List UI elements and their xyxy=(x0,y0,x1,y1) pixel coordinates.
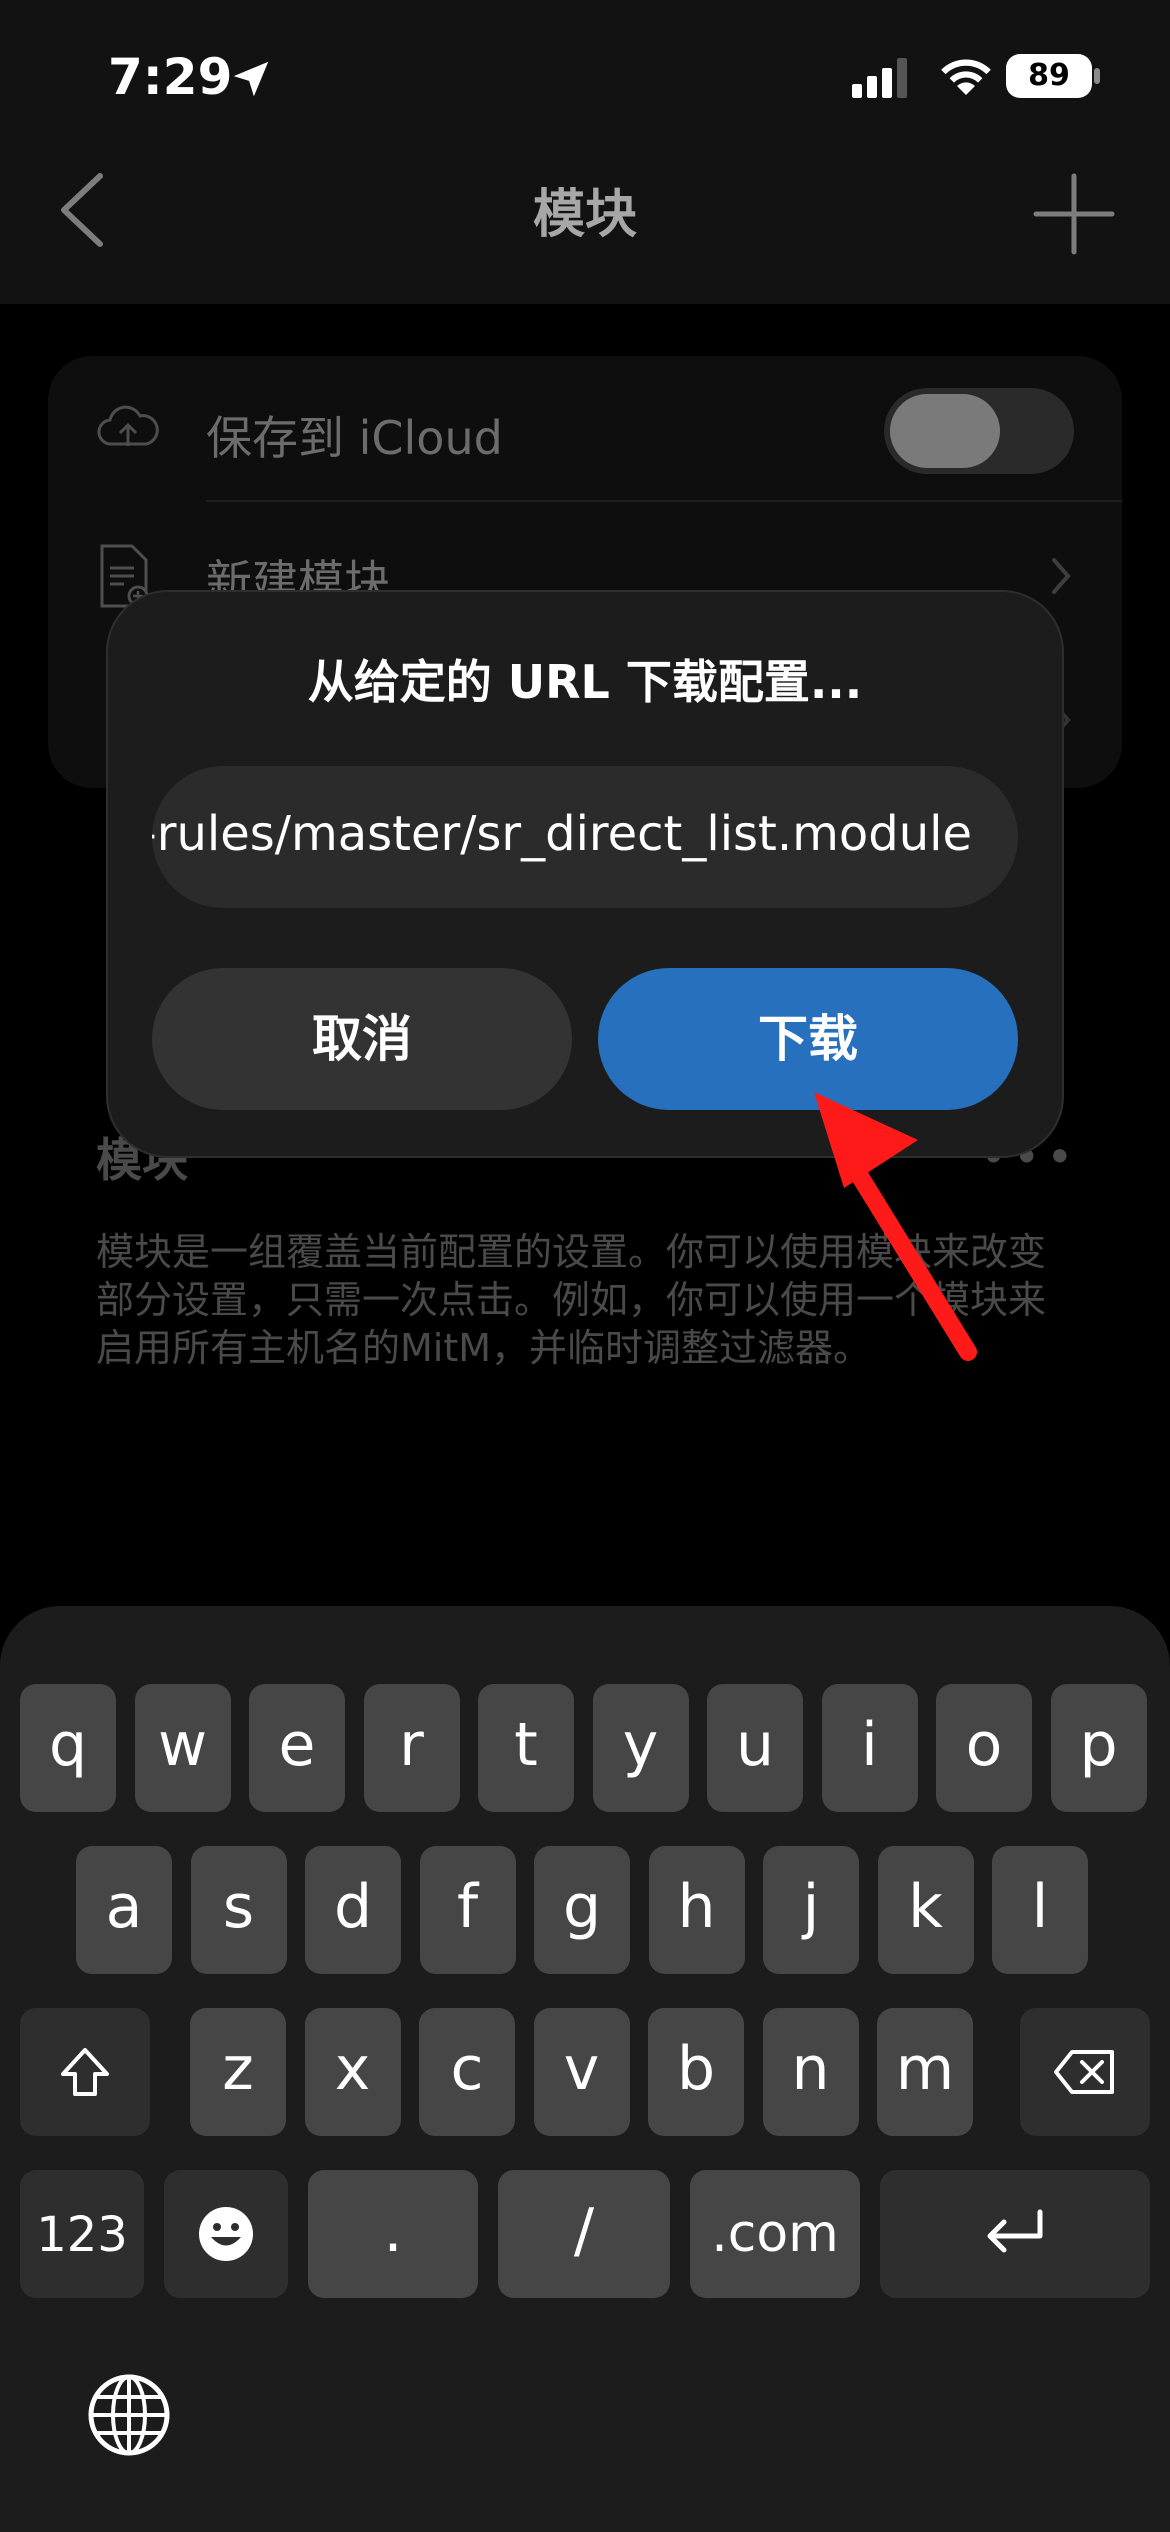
key-m-label: m xyxy=(895,2034,955,2104)
key-a-label: a xyxy=(105,1872,143,1942)
shift-icon xyxy=(61,2048,109,2096)
numbers-key-label: 123 xyxy=(36,2207,128,2263)
key-i[interactable]: i xyxy=(821,1684,918,1812)
key-f[interactable]: f xyxy=(419,1846,516,1974)
key-o-label: o xyxy=(965,1710,1003,1780)
key-r-label: r xyxy=(399,1710,424,1780)
add-button[interactable] xyxy=(1030,170,1118,258)
key-x[interactable]: x xyxy=(304,2008,401,2136)
key-v[interactable]: v xyxy=(533,2008,630,2136)
url-input[interactable]: -rules/master/sr_direct_list.module xyxy=(152,766,1018,908)
key-g[interactable]: g xyxy=(534,1846,630,1974)
battery-level: 89 xyxy=(1028,58,1070,93)
key-s-label: s xyxy=(222,1872,255,1942)
dotcom-key-label: .com xyxy=(711,2204,839,2264)
key-k[interactable]: k xyxy=(877,1846,974,1974)
key-y-label: y xyxy=(622,1710,659,1780)
key-z-label: z xyxy=(222,2034,254,2104)
shift-key[interactable] xyxy=(20,2008,150,2136)
key-d[interactable]: d xyxy=(305,1846,401,1974)
dialog-title: 从给定的 URL 下载配置... xyxy=(307,655,863,709)
key-z[interactable]: z xyxy=(190,2008,286,2136)
key-l[interactable]: l xyxy=(992,1846,1088,1974)
key-y[interactable]: y xyxy=(592,1684,689,1812)
key-c[interactable]: c xyxy=(419,2008,515,2136)
cancel-button[interactable]: 取消 xyxy=(152,968,572,1110)
key-s[interactable]: s xyxy=(190,1846,287,1974)
dot-key-label: . xyxy=(383,2196,403,2266)
battery-cap xyxy=(1094,68,1100,84)
cellular-signal-icon xyxy=(852,58,907,98)
return-icon xyxy=(987,2209,1043,2253)
key-n[interactable]: n xyxy=(762,2008,859,2136)
emoji-key[interactable] xyxy=(164,2170,288,2298)
icloud-toggle[interactable] xyxy=(884,388,1074,474)
key-v-label: v xyxy=(563,2034,600,2104)
key-f-label: f xyxy=(456,1872,479,1942)
key-l-label: l xyxy=(1031,1872,1049,1942)
slash-key-label: / xyxy=(573,2196,595,2266)
chevron-right-icon xyxy=(1052,558,1071,594)
toggle-knob xyxy=(890,394,1000,468)
key-m[interactable]: m xyxy=(877,2008,973,2136)
cloud-upload-icon xyxy=(97,405,159,446)
delete-icon xyxy=(1054,2050,1114,2094)
key-t-label: t xyxy=(514,1710,538,1780)
numbers-key[interactable]: 123 xyxy=(20,2170,144,2298)
key-n-label: n xyxy=(791,2034,830,2104)
divider xyxy=(206,500,1122,502)
key-x-label: x xyxy=(334,2034,371,2104)
key-i-label: i xyxy=(861,1710,878,1780)
key-h[interactable]: h xyxy=(648,1846,745,1974)
wifi-icon xyxy=(941,59,991,95)
key-a[interactable]: a xyxy=(76,1846,172,1974)
key-c-label: c xyxy=(450,2034,484,2104)
page-title: 模块 xyxy=(532,185,637,245)
key-p-label: p xyxy=(1079,1710,1118,1780)
emoji-icon xyxy=(199,2207,253,2261)
key-q-label: q xyxy=(48,1710,88,1780)
key-e-label: e xyxy=(278,1710,316,1780)
key-o[interactable]: o xyxy=(936,1684,1032,1812)
delete-key[interactable] xyxy=(1020,2008,1150,2136)
location-arrow-icon xyxy=(233,61,269,97)
key-r[interactable]: r xyxy=(363,1684,460,1812)
key-b[interactable]: b xyxy=(648,2008,744,2136)
key-q[interactable]: q xyxy=(20,1684,116,1812)
key-w[interactable]: w xyxy=(134,1684,231,1812)
key-u-label: u xyxy=(735,1710,775,1780)
red-arrow-annotation xyxy=(814,1092,977,1361)
dotcom-key[interactable]: .com xyxy=(690,2170,860,2298)
battery-indicator: 89 xyxy=(1006,54,1092,98)
key-j[interactable]: j xyxy=(763,1846,859,1974)
slash-key[interactable]: / xyxy=(498,2170,670,2298)
key-w-label: w xyxy=(157,1710,208,1780)
download-config-dialog: 从给定的 URL 下载配置... -rules/master/sr_direct… xyxy=(106,590,1064,1158)
key-e[interactable]: e xyxy=(249,1684,345,1812)
key-k-label: k xyxy=(908,1872,943,1942)
key-t[interactable]: t xyxy=(478,1684,574,1812)
icloud-label: 保存到 iCloud xyxy=(206,411,503,465)
url-input-value: -rules/master/sr_direct_list.module xyxy=(152,806,972,862)
key-p[interactable]: p xyxy=(1050,1684,1147,1812)
status-time: 7:29 xyxy=(108,48,233,106)
cancel-button-label: 取消 xyxy=(312,1010,412,1068)
key-d-label: d xyxy=(333,1872,373,1942)
globe-icon[interactable] xyxy=(84,2370,174,2460)
key-b-label: b xyxy=(676,2034,716,2104)
key-h-label: h xyxy=(677,1872,716,1942)
return-key[interactable] xyxy=(880,2170,1150,2298)
key-g-label: g xyxy=(562,1872,602,1942)
key-j-label: j xyxy=(802,1872,820,1942)
key-u[interactable]: u xyxy=(707,1684,803,1812)
dot-key[interactable]: . xyxy=(308,2170,478,2298)
